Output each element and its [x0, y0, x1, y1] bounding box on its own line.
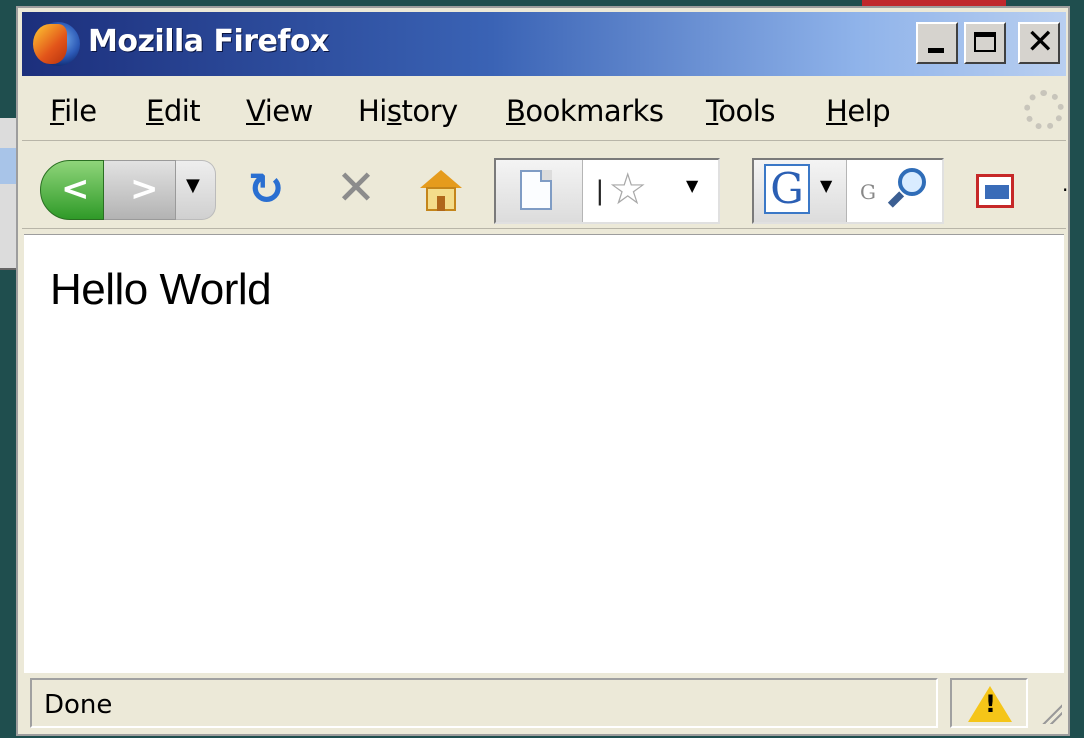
firefox-logo-icon — [33, 22, 80, 66]
address-bar[interactable]: | ☆ ▼ — [494, 158, 720, 224]
home-icon — [420, 170, 462, 188]
status-panel: Done — [30, 678, 938, 728]
navigation-toolbar: < > ▼ ↻ ✕ | ☆ ▼ G ▼ G · — [22, 144, 1068, 229]
browser-window: Mozilla Firefox ✕ File Edit View History… — [16, 6, 1070, 736]
security-warning-button[interactable]: ! — [950, 678, 1028, 728]
search-go-button[interactable] — [884, 166, 932, 214]
menu-bookmarks[interactable]: Bookmarks — [506, 94, 664, 128]
reload-icon: ↻ — [247, 164, 285, 215]
forward-button[interactable]: > — [104, 160, 176, 220]
home-button[interactable] — [418, 170, 464, 214]
throbber-icon — [1024, 90, 1064, 130]
menu-edit[interactable]: Edit — [146, 94, 201, 128]
minimize-icon — [928, 48, 944, 53]
dropdown-arrow-icon: ▼ — [186, 175, 200, 196]
close-button[interactable]: ✕ — [1018, 22, 1060, 64]
search-bar[interactable]: G ▼ G — [752, 158, 944, 224]
magnifier-handle — [887, 191, 905, 208]
search-engine-button[interactable]: G ▼ — [754, 160, 847, 222]
minimize-button[interactable] — [916, 22, 958, 64]
home-icon-door — [437, 196, 445, 211]
page-icon — [520, 170, 552, 210]
window-title: Mozilla Firefox — [88, 24, 329, 59]
menu-history[interactable]: History — [358, 94, 458, 128]
stop-button[interactable]: ✕ — [332, 162, 380, 214]
address-dropdown-button[interactable]: ▼ — [686, 176, 698, 195]
menu-help[interactable]: Help — [826, 94, 891, 128]
page-text: Hello World — [50, 265, 272, 314]
resize-grip[interactable] — [1040, 702, 1062, 724]
star-icon[interactable]: ☆ — [608, 166, 647, 214]
menu-tools[interactable]: Tools — [706, 94, 775, 128]
status-text: Done — [44, 690, 113, 720]
status-bar: Done ! — [22, 672, 1066, 734]
maximize-button[interactable] — [964, 22, 1006, 64]
page-content: Hello World — [24, 234, 1064, 673]
text-cursor: | — [592, 176, 608, 206]
toolbar-overflow-chevron[interactable]: · — [1062, 178, 1068, 202]
magnifier-icon — [898, 168, 926, 196]
reload-button[interactable]: ↻ — [242, 166, 290, 214]
menu-file[interactable]: File — [50, 94, 97, 128]
maximize-icon — [974, 32, 996, 52]
warning-mark: ! — [985, 690, 996, 718]
menu-bar: File Edit View History Bookmarks Tools H… — [22, 84, 1066, 141]
addon-icon — [976, 174, 1014, 208]
menu-view[interactable]: View — [246, 94, 313, 128]
forward-arrow-icon: > — [130, 169, 159, 209]
back-arrow-icon: < — [61, 169, 90, 209]
dropdown-arrow-icon: ▼ — [820, 176, 833, 195]
site-identity-button[interactable] — [496, 160, 583, 222]
back-button[interactable]: < — [40, 160, 104, 220]
title-bar[interactable]: Mozilla Firefox ✕ — [22, 12, 1066, 76]
toolbar-addon-button[interactable] — [974, 172, 1018, 212]
stop-icon: ✕ — [335, 160, 377, 216]
google-icon: G — [764, 164, 810, 214]
history-dropdown-button[interactable]: ▼ — [176, 160, 216, 220]
close-icon: ✕ — [1026, 22, 1055, 62]
